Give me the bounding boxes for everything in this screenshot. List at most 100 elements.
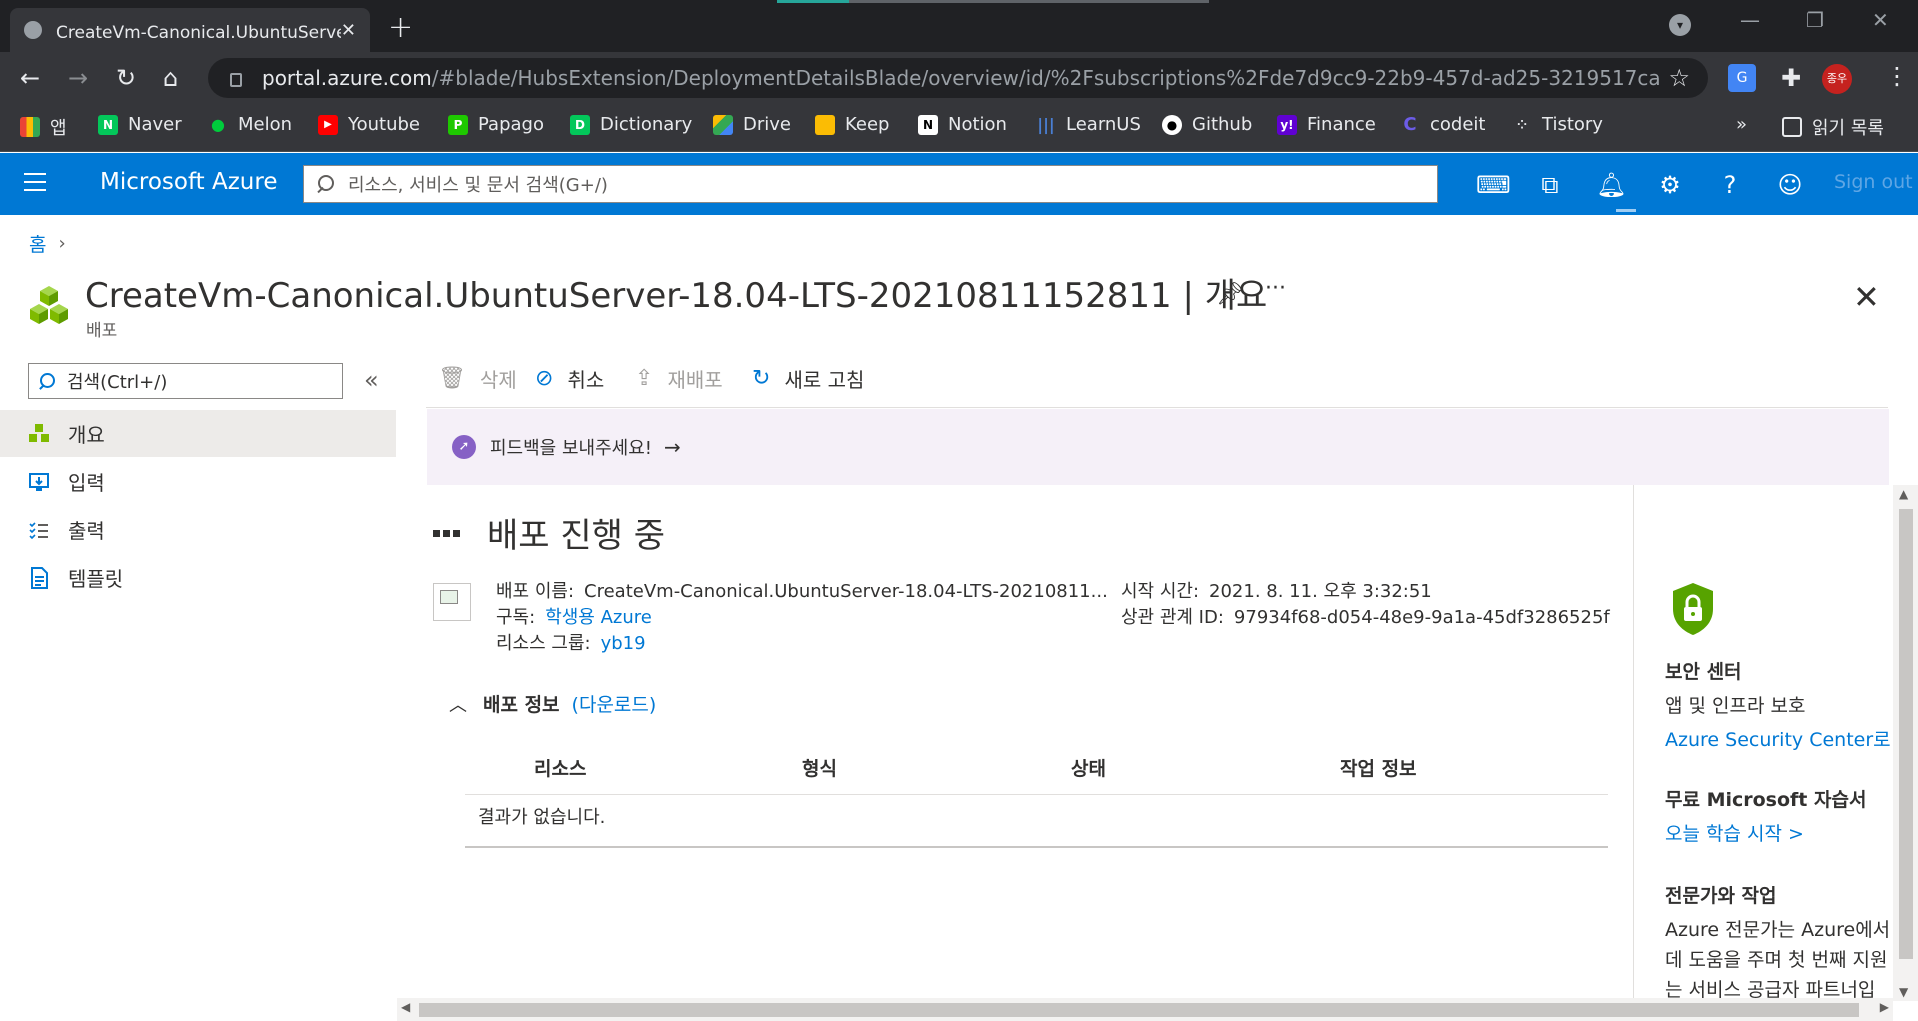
cancel-button[interactable]: ⊘ 취소	[535, 364, 604, 393]
column-header-status[interactable]: 상태	[1071, 754, 1106, 781]
more-options-icon[interactable]: ···	[1265, 276, 1286, 301]
feedback-icon[interactable]: ☺	[1776, 171, 1804, 199]
notifications-bell-icon[interactable]: 🔔︎	[1596, 171, 1626, 199]
azure-brand[interactable]: Microsoft Azure	[100, 169, 277, 195]
deployment-cubes-icon	[30, 286, 68, 324]
security-center-title: 보안 센터	[1665, 661, 1742, 683]
forward-icon[interactable]: →	[68, 64, 88, 92]
window-close-icon[interactable]: ✕	[1872, 8, 1889, 32]
settings-gear-icon[interactable]: ⚙	[1656, 171, 1684, 199]
bookmark-label: Finance	[1307, 114, 1376, 135]
scroll-down-icon[interactable]: ▼	[1899, 985, 1908, 999]
scroll-right-icon[interactable]: ▶	[1880, 1000, 1889, 1014]
column-header-operation[interactable]: 작업 정보	[1340, 754, 1417, 781]
translate-extension-icon[interactable]: G	[1728, 64, 1756, 92]
sidebar-item-label: 개요	[68, 423, 105, 447]
bookmark-tistory[interactable]: ⁘ Tistory	[1512, 114, 1603, 135]
bookmark-melon[interactable]: ● Melon	[208, 114, 292, 135]
security-center-link[interactable]: Azure Security Center로 이	[1665, 725, 1893, 752]
scroll-up-icon[interactable]: ▲	[1899, 487, 1908, 501]
bookmark-label: Youtube	[348, 114, 420, 135]
hamburger-menu-icon[interactable]	[24, 173, 46, 193]
bookmark-learnus[interactable]: ||| LearnUS	[1036, 114, 1141, 135]
more-bookmarks-button[interactable]: »	[1736, 114, 1747, 135]
tab-search-icon[interactable]: ▾	[1669, 14, 1691, 36]
bookmark-youtube[interactable]: ▶ Youtube	[318, 114, 420, 135]
bookmark-dictionary[interactable]: D Dictionary	[570, 114, 692, 135]
reading-list-icon	[1782, 117, 1802, 137]
naver-icon: N	[98, 114, 118, 135]
bookmark-label: Papago	[478, 114, 544, 135]
scroll-left-icon[interactable]: ◀	[401, 1000, 410, 1014]
vertical-scrollbar[interactable]: ▲ ▼	[1893, 485, 1918, 1001]
browser-menu-icon[interactable]: ⋮	[1885, 62, 1909, 90]
help-icon[interactable]: ?	[1716, 171, 1744, 199]
vertical-scroll-thumb[interactable]	[1899, 509, 1913, 959]
azure-top-bar: Microsoft Azure 리소스, 서비스 및 문서 검색(G+/) ⌨ …	[0, 153, 1918, 215]
reading-list-button[interactable]: 읽기 목록	[1782, 114, 1884, 140]
cloud-shell-icon[interactable]: ⌨	[1476, 171, 1511, 199]
resource-group-link[interactable]: yb19	[601, 633, 646, 654]
command-bar-divider	[426, 407, 1888, 408]
restore-icon[interactable]: ❐	[1806, 8, 1824, 32]
more-bookmarks-label: »	[1736, 114, 1748, 135]
sign-out-link[interactable]: Sign out	[1834, 171, 1913, 193]
bookmark-star-icon[interactable]: ☆	[1668, 64, 1690, 92]
bookmark-finance[interactable]: y! Finance	[1277, 114, 1376, 135]
input-monitor-icon	[29, 472, 49, 491]
profile-avatar[interactable]: 종우	[1822, 64, 1852, 94]
bookmark-label: 앱	[50, 118, 67, 139]
sidebar-search-input[interactable]: 검색(Ctrl+/)	[28, 363, 343, 399]
bookmark-papago[interactable]: P Papago	[448, 114, 544, 135]
in-progress-dots-icon	[433, 530, 463, 537]
bookmark-drive[interactable]: Drive	[713, 114, 791, 135]
bookmark-github[interactable]: ● Github	[1162, 114, 1252, 135]
home-icon[interactable]: ⌂	[163, 64, 178, 92]
learnus-icon: |||	[1036, 114, 1056, 135]
address-bar[interactable]: portal.azure.com/#blade/HubsExtension/De…	[208, 58, 1708, 98]
horizontal-scroll-thumb[interactable]	[419, 1003, 1859, 1017]
redeploy-button[interactable]: ⇪ 재배포	[635, 364, 723, 393]
pin-icon[interactable]: 📌︎	[1216, 282, 1244, 307]
close-blade-icon[interactable]: ✕	[1853, 278, 1880, 316]
column-header-resource[interactable]: 리소스	[534, 754, 586, 781]
download-link[interactable]: (다운로드)	[572, 690, 657, 717]
global-search-input[interactable]: 리소스, 서비스 및 문서 검색(G+/)	[303, 165, 1438, 203]
bookmark-keep[interactable]: Keep	[815, 114, 889, 135]
delete-button[interactable]: 🗑︎ 삭제	[438, 364, 517, 393]
horizontal-scrollbar[interactable]: ◀ ▶	[397, 998, 1893, 1021]
bookmark-label: Notion	[948, 114, 1007, 135]
tab-close-icon[interactable]: ✕	[341, 20, 356, 41]
bookmark-apps[interactable]: 앱	[20, 114, 67, 140]
new-tab-button[interactable]: +	[388, 10, 413, 45]
minimize-icon[interactable]: —	[1740, 8, 1760, 32]
collapse-menu-icon[interactable]: «	[364, 366, 379, 394]
back-icon[interactable]: ←	[20, 64, 40, 92]
deployment-details-toggle[interactable]: ︿ 배포 정보 (다운로드)	[449, 690, 656, 717]
start-learning-link[interactable]: 오늘 학습 시작 >	[1665, 819, 1804, 846]
subscription-link[interactable]: 학생용 Azure	[545, 607, 652, 628]
upload-icon: ⇪	[635, 366, 654, 391]
directory-filter-icon[interactable]: ⧉	[1536, 171, 1564, 199]
browser-tab[interactable]: CreateVm-Canonical.UbuntuServer-18.04-LT…	[10, 8, 370, 52]
refresh-icon: ↻	[752, 366, 771, 391]
feedback-text: 피드백을 보내주세요!	[490, 438, 652, 459]
sidebar-item-overview[interactable]: 개요	[0, 410, 396, 457]
sidebar-item-outputs[interactable]: 출력	[0, 506, 396, 553]
dictionary-icon: D	[570, 114, 590, 135]
refresh-button[interactable]: ↻ 새로 고침	[752, 364, 864, 393]
reload-icon[interactable]: ↻	[116, 64, 136, 92]
bookmark-notion[interactable]: N Notion	[918, 114, 1007, 135]
browser-toolbar: ← → ↻ ⌂ portal.azure.com/#blade/HubsExte…	[0, 52, 1918, 104]
refresh-label: 새로 고침	[784, 368, 865, 392]
bookmark-codeit[interactable]: C codeit	[1400, 114, 1485, 135]
bookmark-naver[interactable]: N Naver	[98, 114, 182, 135]
breadcrumb-home[interactable]: 홈	[29, 230, 46, 257]
column-header-type[interactable]: 형식	[802, 754, 837, 781]
bookmark-label: Tistory	[1542, 114, 1603, 135]
sidebar-item-template[interactable]: 템플릿	[0, 554, 396, 601]
feedback-banner[interactable]: ➚ 피드백을 보내주세요! →	[427, 409, 1889, 485]
extensions-puzzle-icon[interactable]: ✚	[1777, 64, 1805, 92]
sidebar-item-inputs[interactable]: 입력	[0, 458, 396, 505]
experts-title: 전문가와 작업	[1665, 885, 1777, 907]
